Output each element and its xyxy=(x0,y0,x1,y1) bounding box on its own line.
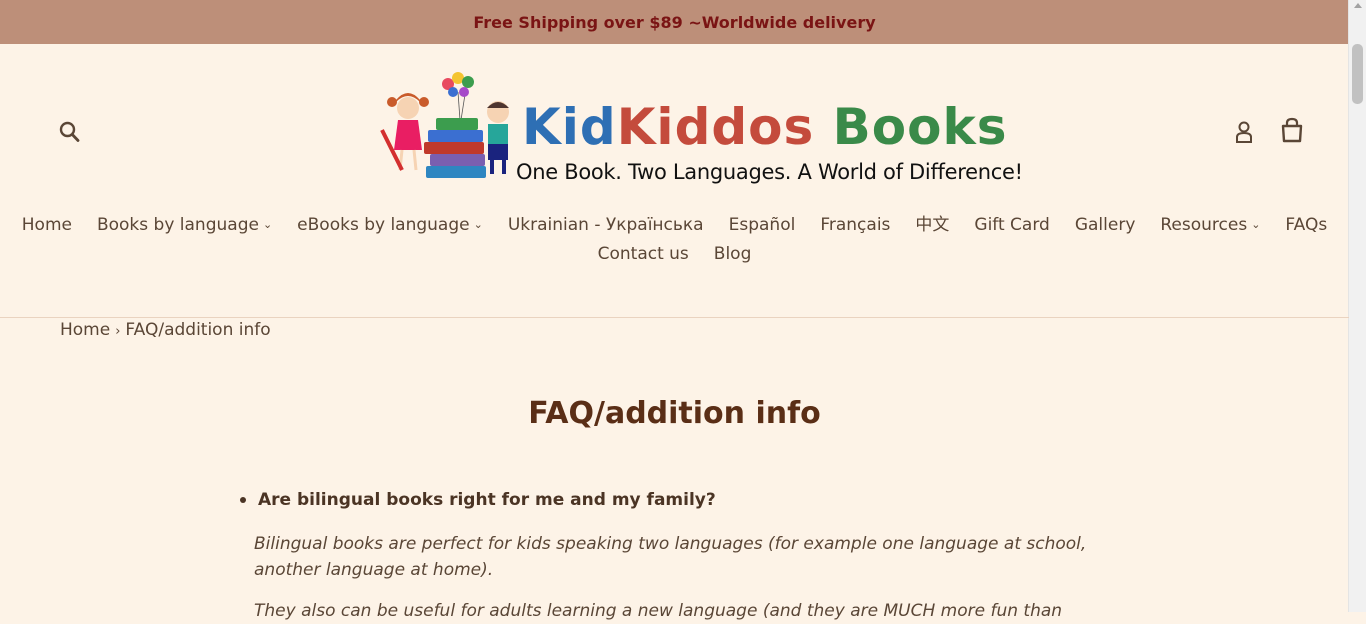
nav-ebooks-by-language-label: eBooks by language xyxy=(297,215,470,235)
nav-books-by-language-label: Books by language xyxy=(96,215,259,235)
nav-francais-label: Français xyxy=(820,215,891,235)
search-icon[interactable] xyxy=(58,119,82,145)
nav-ebooks-by-language[interactable]: eBooks by language ⌄ xyxy=(285,213,496,239)
nav-faqs-label: FAQs xyxy=(1285,215,1328,235)
user-icon[interactable] xyxy=(1233,120,1255,144)
nav-ukrainian[interactable]: Ukrainian - Українська xyxy=(495,213,716,239)
logo-tagline: One Book. Two Languages. A World of Diff… xyxy=(516,160,1023,184)
nav-espanol-label: Español xyxy=(728,215,796,235)
nav-chinese-label: 中文 xyxy=(915,215,950,235)
logo-title-part3: Books xyxy=(814,98,1008,156)
main-nav-row1: Home Books by language ⌄ eBooks by langua… xyxy=(0,213,1349,239)
announcement-text: Free Shipping over $89 ~Worldwide delive… xyxy=(473,12,876,32)
breadcrumb-home[interactable]: Home xyxy=(60,320,110,340)
faq-answer: Bilingual books are perfect for kids spe… xyxy=(254,534,1087,580)
nav-contact-us[interactable]: Contact us xyxy=(585,242,701,266)
chevron-down-icon: ⌄ xyxy=(473,218,483,231)
chevron-down-icon: ⌄ xyxy=(1251,218,1261,231)
list-bullet xyxy=(240,497,246,503)
cart-icon[interactable] xyxy=(1279,117,1305,145)
nav-gallery-label: Gallery xyxy=(1074,215,1136,235)
nav-resources[interactable]: Resources ⌄ xyxy=(1148,213,1273,239)
breadcrumb-current: FAQ/addition info xyxy=(125,320,271,340)
nav-espanol[interactable]: Español xyxy=(716,213,808,239)
announcement-bar: Free Shipping over $89 ~Worldwide delive… xyxy=(0,0,1349,44)
breadcrumb-separator: › xyxy=(115,324,121,339)
nav-books-by-language[interactable]: Books by language ⌄ xyxy=(84,213,284,239)
logo-title: KidKiddos Books xyxy=(522,98,1008,156)
nav-gallery[interactable]: Gallery xyxy=(1062,213,1148,239)
nav-resources-label: Resources xyxy=(1160,215,1248,235)
nav-gift-card[interactable]: Gift Card xyxy=(962,213,1062,239)
chevron-down-icon: ⌄ xyxy=(262,218,273,231)
nav-faqs[interactable]: FAQs xyxy=(1273,213,1340,239)
nav-francais[interactable]: Français xyxy=(808,213,903,239)
logo-kids-illustration-icon xyxy=(380,72,509,178)
scroll-thumb[interactable] xyxy=(1352,44,1363,104)
page-title: FAQ/addition info xyxy=(528,396,821,431)
scrollbar[interactable] xyxy=(1348,0,1366,612)
logo-title-part1: Kid xyxy=(522,98,617,156)
nav-blog[interactable]: Blog xyxy=(701,242,764,266)
nav-home-label: Home xyxy=(21,215,72,235)
nav-contact-us-label: Contact us xyxy=(597,244,689,264)
faq-question: Are bilingual books right for me and my … xyxy=(258,490,716,510)
scroll-up-arrow-icon[interactable] xyxy=(1354,3,1362,8)
nav-chinese[interactable]: 中文 xyxy=(903,213,962,239)
main-nav-row2: Contact us Blog xyxy=(0,242,1349,266)
faq-answer-continued: They also can be useful for adults learn… xyxy=(254,601,1063,621)
nav-ukrainian-label: Ukrainian - Українська xyxy=(507,215,704,235)
nav-gift-card-label: Gift Card xyxy=(974,215,1050,235)
nav-blog-label: Blog xyxy=(713,244,752,264)
logo-title-part2: Kiddos xyxy=(616,98,815,156)
header-divider xyxy=(0,317,1349,318)
nav-home[interactable]: Home xyxy=(9,213,84,239)
breadcrumb: Home › FAQ/addition info xyxy=(60,319,271,343)
